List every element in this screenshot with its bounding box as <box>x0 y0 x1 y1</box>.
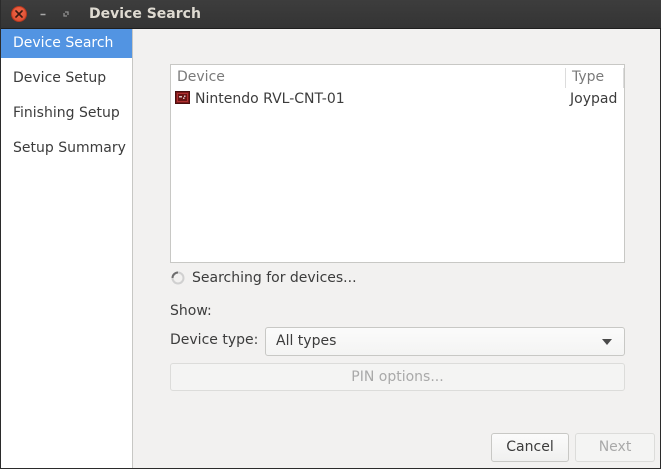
device-list[interactable]: Device Type Nintendo RVL-CNT-01 Joypad <box>170 64 625 263</box>
show-label: Show: <box>170 303 212 319</box>
search-status-text: Searching for devices... <box>192 270 357 286</box>
window-title: Device Search <box>89 6 201 22</box>
sidebar-item-finishing-setup[interactable]: Finishing Setup <box>1 99 132 128</box>
list-header: Device Type <box>171 65 624 88</box>
column-header-type[interactable]: Type <box>572 69 604 85</box>
device-type-select-value: All types <box>276 333 337 349</box>
device-search-window: Device Search Device Search Device Setup… <box>0 0 661 469</box>
titlebar: Device Search <box>1 0 661 29</box>
sidebar-item-device-setup[interactable]: Device Setup <box>1 64 132 93</box>
pin-options-button[interactable]: PIN options... <box>170 363 625 391</box>
search-status: Searching for devices... <box>171 268 357 288</box>
close-icon <box>15 10 23 18</box>
maximize-icon <box>63 11 69 17</box>
sidebar-item-setup-summary[interactable]: Setup Summary <box>1 134 132 163</box>
device-type: Joypad <box>570 91 618 107</box>
close-window-button[interactable] <box>11 6 27 22</box>
device-name: Nintendo RVL-CNT-01 <box>195 91 345 107</box>
maximize-window-button[interactable] <box>58 6 74 22</box>
minimize-icon <box>40 13 46 16</box>
column-header-device[interactable]: Device <box>177 69 225 85</box>
sidebar-item-device-search[interactable]: Device Search <box>1 29 132 58</box>
list-item[interactable]: Nintendo RVL-CNT-01 Joypad <box>171 88 624 112</box>
joypad-device-icon <box>175 91 190 104</box>
chevron-down-icon <box>602 339 612 345</box>
cancel-button[interactable]: Cancel <box>491 433 569 462</box>
next-button[interactable]: Next <box>575 433 655 462</box>
minimize-window-button[interactable] <box>35 6 51 22</box>
device-type-select[interactable]: All types <box>265 327 625 356</box>
column-separator[interactable] <box>565 68 566 88</box>
spinner-icon <box>171 271 185 285</box>
device-type-label: Device type: <box>170 332 259 348</box>
column-separator[interactable] <box>623 68 624 88</box>
wizard-sidebar: Device Search Device Setup Finishing Set… <box>1 29 133 468</box>
